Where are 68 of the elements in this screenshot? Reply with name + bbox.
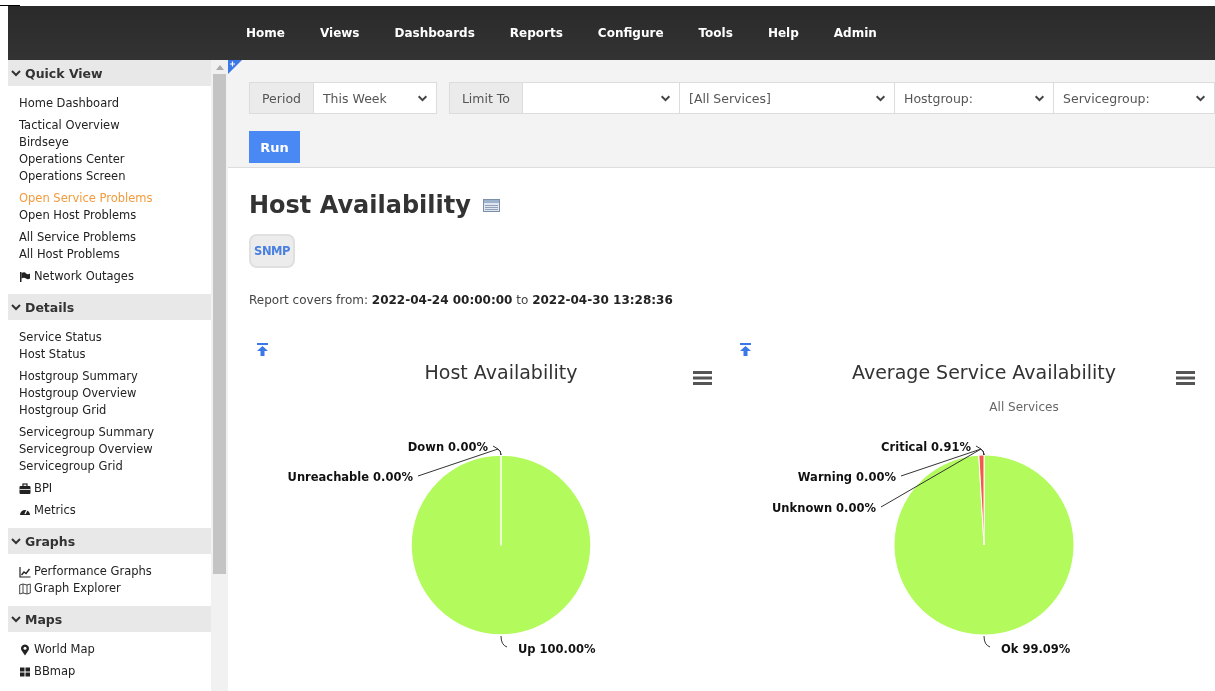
snmp-badge: SNMP (249, 234, 295, 268)
page-title: Host Availability (249, 191, 471, 219)
section-title: Quick View (25, 65, 103, 81)
leader-line (983, 635, 991, 648)
sidebar-item[interactable]: Hostgroup Summary (19, 368, 211, 385)
data-label: Ok 99.09% (1001, 642, 1071, 656)
data-label: Up 100.00% (518, 642, 596, 656)
menu-icon[interactable] (693, 371, 712, 385)
export-icon[interactable] (740, 343, 751, 356)
briefcase-icon (19, 482, 31, 495)
sidebar-item[interactable]: Host Status (19, 346, 211, 363)
flag-icon (19, 270, 31, 283)
sidebar-item[interactable]: Operations Center (19, 151, 211, 168)
sidebar-item[interactable]: All Service Problems (19, 229, 211, 246)
sidebar-section-header[interactable]: Details (8, 294, 211, 320)
sidebar-item[interactable]: BBmap (19, 663, 211, 680)
section-title: Graphs (25, 533, 76, 549)
sidebar-section-header[interactable]: Maps (8, 606, 211, 632)
sidebar-item[interactable]: Hostgroup Grid (19, 402, 211, 419)
data-label: Warning 0.00% (797, 470, 896, 484)
sidebar-item[interactable]: Open Host Problems (19, 207, 211, 224)
nav-link[interactable]: Home (246, 26, 285, 40)
data-label: Down 0.00% (407, 440, 488, 454)
menu-icon[interactable] (1176, 371, 1195, 385)
chart-subtitle: All Services (989, 400, 1059, 414)
map-icon (19, 582, 31, 595)
nav-link[interactable]: Help (767, 26, 799, 40)
report-range-text: Report covers from: 2022-04-24 00:00:00 to 2022-04-30 13:28:36 (249, 293, 674, 307)
sidebar-item[interactable]: Birdseye (19, 134, 211, 151)
scroll-up-arrow-icon[interactable] (215, 64, 224, 70)
plus-icon[interactable] (228, 60, 242, 74)
sidebar-section-header[interactable]: Graphs (8, 528, 211, 554)
scrollbar[interactable] (211, 60, 228, 691)
line-chart-icon (19, 565, 31, 578)
nav-link[interactable]: Reports (509, 26, 563, 40)
sidebar-item[interactable]: Tactical Overview (19, 117, 211, 134)
sidebar-item[interactable]: Metrics (19, 502, 211, 519)
nav-link[interactable]: Views (319, 26, 360, 40)
sidebar-item[interactable]: Servicegroup Grid (19, 458, 211, 475)
leader-line (500, 635, 508, 648)
table-icon[interactable] (482, 198, 500, 212)
section-title: Maps (25, 611, 63, 627)
nav-link[interactable]: Tools (698, 26, 733, 40)
export-icon[interactable] (257, 343, 268, 356)
chart-title: Host Availability (424, 361, 578, 383)
sidebar-item[interactable]: Servicegroup Overview (19, 441, 211, 458)
chart-title: Average Service Availability (852, 361, 1116, 383)
data-label: Critical 0.91% (881, 440, 971, 454)
data-label: Unreachable 0.00% (287, 470, 413, 484)
data-label: Unknown 0.00% (772, 501, 876, 515)
sidebar-item[interactable]: Service Status (19, 329, 211, 346)
sidebar-item[interactable]: Home Dashboard (19, 95, 211, 112)
section-title: Details (25, 299, 75, 315)
sidebar-item[interactable]: Network Outages (19, 268, 211, 285)
nav-link[interactable]: Dashboards (394, 26, 475, 40)
sidebar-item[interactable]: BPI (19, 480, 211, 497)
sidebar-item[interactable]: All Host Problems (19, 246, 211, 263)
sidebar-section-header[interactable]: Quick View (8, 60, 211, 86)
pin-icon (19, 643, 31, 656)
grid-icon (19, 665, 31, 678)
sidebar-item[interactable]: Hostgroup Overview (19, 385, 211, 402)
sidebar-item[interactable]: Graph Explorer (19, 580, 211, 597)
sidebar-item[interactable]: Servicegroup Summary (19, 424, 211, 441)
nav-link[interactable]: Admin (833, 26, 877, 40)
nav-link[interactable]: Configure (597, 26, 664, 40)
sidebar-item[interactable]: Performance Graphs (19, 563, 211, 580)
sidebar-item[interactable]: World Map (19, 641, 211, 658)
sidebar-item[interactable]: Operations Screen (19, 168, 211, 185)
